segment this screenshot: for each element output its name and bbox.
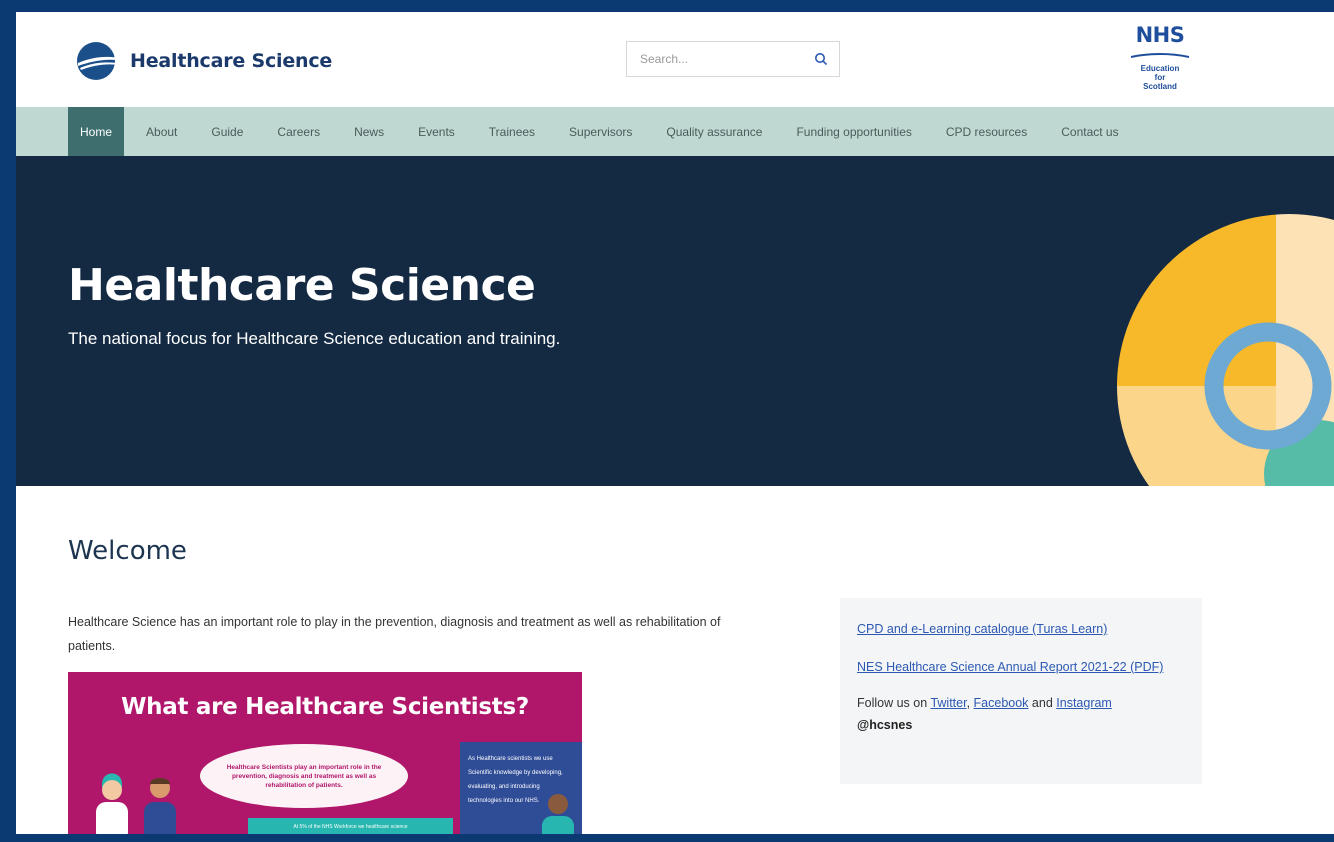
nav-item-guide[interactable]: Guide <box>199 107 255 156</box>
twitter-link[interactable]: Twitter <box>930 696 966 710</box>
nav-item-events[interactable]: Events <box>406 107 467 156</box>
hero-subtitle: The national focus for Healthcare Scienc… <box>68 329 561 348</box>
scientist-illustration-icon-2 <box>144 778 176 834</box>
follow-and: and <box>1031 696 1053 710</box>
nav-item-contact-us[interactable]: Contact us <box>1049 107 1130 156</box>
nav-item-home[interactable]: Home <box>68 107 125 156</box>
follow-us-text: Follow us on Twitter, Facebook and Insta… <box>857 692 1185 714</box>
promo-infographic[interactable]: What are Healthcare Scientists? Healthca… <box>68 672 582 834</box>
hero-decorative-graphic <box>1117 214 1334 486</box>
main-nav: Home About Guide Careers News Events Tra… <box>16 107 1334 156</box>
site-logo[interactable]: Healthcare Science <box>74 41 332 81</box>
search-button[interactable] <box>803 42 839 76</box>
social-handle: @hcsnes <box>857 718 913 732</box>
nav-item-careers[interactable]: Careers <box>265 107 332 156</box>
instagram-link[interactable]: Instagram <box>1056 696 1112 710</box>
nhs-scotland-logo[interactable]: NHS Education for Scotland <box>1121 24 1199 91</box>
hero-banner: Healthcare Science The national focus fo… <box>16 156 1334 486</box>
nav-item-quality-assurance[interactable]: Quality assurance <box>654 107 774 156</box>
nhs-sub-line-3: Scotland <box>1143 82 1177 91</box>
search-input[interactable] <box>627 42 803 76</box>
annual-report-link[interactable]: NES Healthcare Science Annual Report 202… <box>857 656 1167 678</box>
facebook-link[interactable]: Facebook <box>974 696 1029 710</box>
promo-title: What are Healthcare Scientists? <box>121 694 529 720</box>
nav-item-funding-opportunities[interactable]: Funding opportunities <box>784 107 923 156</box>
site-logo-text: Healthcare Science <box>130 50 333 72</box>
promo-band-text: At 5% of the NHS Workforce we healthcare… <box>248 818 453 834</box>
intro-paragraph: Healthcare Science has an important role… <box>68 615 721 653</box>
nhs-sub-line-1: Education <box>1140 64 1180 73</box>
search-icon <box>815 53 828 66</box>
promo-ellipse-text: Healthcare Scientists play an important … <box>200 744 408 808</box>
nhs-swoosh-icon <box>1130 53 1190 58</box>
nhs-sub-line-2: for <box>1154 73 1166 82</box>
scientist-illustration-icon-3 <box>542 794 574 834</box>
nav-item-supervisors[interactable]: Supervisors <box>557 107 644 156</box>
scientist-illustration-icon <box>96 773 128 834</box>
follow-comma: , <box>966 696 971 710</box>
search-box <box>626 41 840 77</box>
sidebar-links: CPD and e-Learning catalogue (Turas Lear… <box>840 598 1202 784</box>
welcome-heading: Welcome <box>68 536 187 566</box>
cpd-elearning-link[interactable]: CPD and e-Learning catalogue (Turas Lear… <box>857 618 1185 640</box>
nhs-logo-mark: NHS <box>1135 23 1185 47</box>
page: Healthcare Science NHS Education for Sco… <box>16 12 1334 834</box>
globe-logo-icon <box>77 42 124 80</box>
nav-item-about[interactable]: About <box>134 107 189 156</box>
nav-item-trainees[interactable]: Trainees <box>477 107 547 156</box>
hero-title: Healthcare Science <box>68 260 536 311</box>
follow-us-prefix: Follow us on <box>857 696 928 710</box>
nav-item-news[interactable]: News <box>342 107 396 156</box>
nav-item-cpd-resources[interactable]: CPD resources <box>934 107 1039 156</box>
site-header: Healthcare Science NHS Education for Sco… <box>16 12 1334 107</box>
